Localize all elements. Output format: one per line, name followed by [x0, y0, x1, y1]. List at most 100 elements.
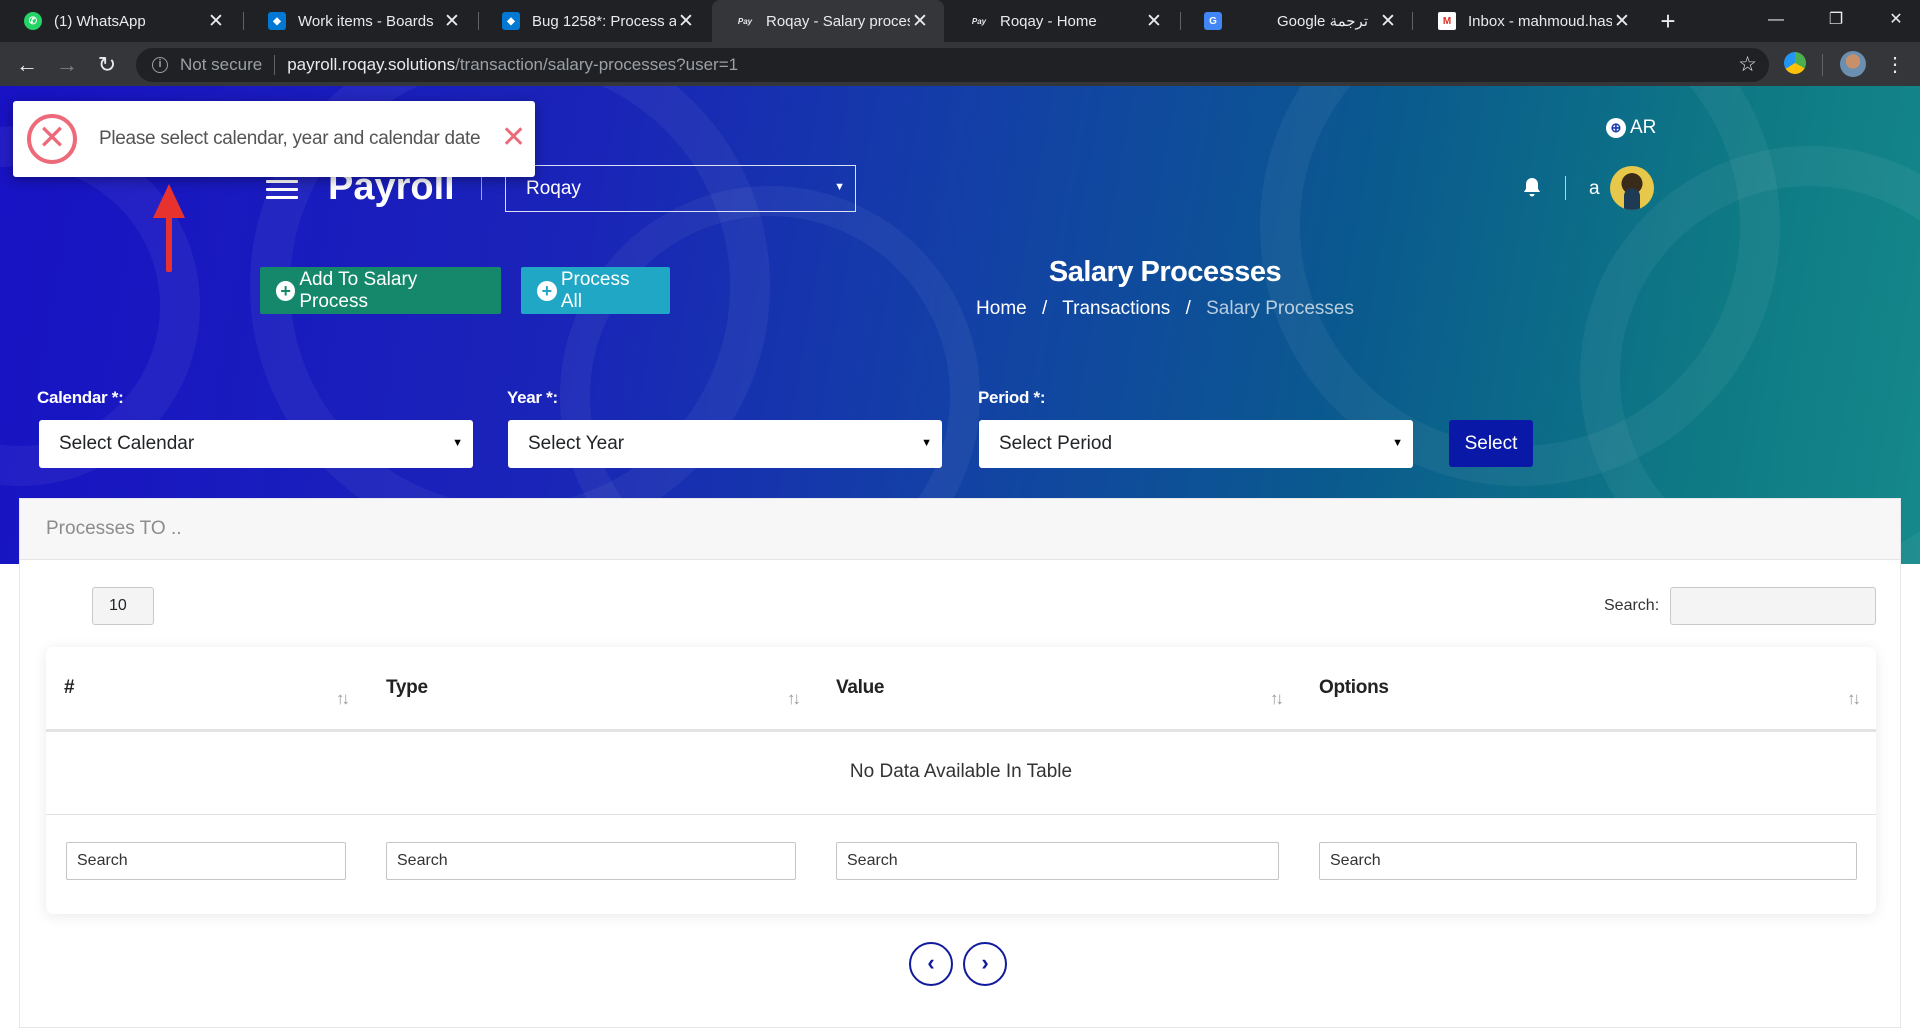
page-length-select[interactable]: 10 — [92, 587, 154, 625]
omnibox-separator — [274, 55, 276, 75]
caret-down-icon: ▼ — [834, 181, 845, 193]
tab-google-translate[interactable]: G Google ترجمة ✕ — [1180, 0, 1412, 42]
previous-page-button[interactable]: ‹ — [909, 942, 953, 986]
plus-circle-icon: + — [276, 280, 296, 301]
close-icon[interactable]: ✕ — [1612, 10, 1632, 33]
breadcrumb-separator: / — [1042, 298, 1048, 319]
url-path: /transaction/salary-processes?user=1 — [455, 55, 739, 74]
year-select[interactable]: Select Year ▼ — [508, 420, 942, 468]
calendar-select[interactable]: Select Calendar ▼ — [39, 420, 473, 468]
close-icon[interactable]: ✕ — [442, 10, 462, 33]
close-icon[interactable]: ✕ — [676, 10, 696, 33]
process-all-button[interactable]: + Process All — [521, 267, 670, 314]
error-toast: ✕ Please select calendar, year and calen… — [13, 101, 535, 177]
next-page-button[interactable]: › — [963, 942, 1007, 986]
browser-tabstrip: ✆ (1) WhatsApp ✕ ◆ Work items - Boards ✕… — [0, 0, 1920, 42]
calendar-label: Calendar *: — [37, 388, 124, 407]
empty-table-message: No Data Available In Table — [46, 732, 1876, 815]
caret-down-icon: ▼ — [1392, 437, 1403, 449]
bell-icon[interactable] — [1522, 177, 1542, 199]
tab-work-items[interactable]: ◆ Work items - Boards ✕ — [244, 0, 476, 42]
tab-separator — [1412, 12, 1413, 30]
type-column-search[interactable] — [386, 842, 796, 880]
sort-icon[interactable]: ↑↓ — [1847, 689, 1861, 709]
language-switch[interactable]: ⊕ AR — [1606, 117, 1656, 139]
annotation-arrow-icon — [153, 184, 185, 218]
header-separator — [1565, 176, 1566, 200]
payroll-favicon-icon: Pay — [971, 16, 987, 26]
annotation-arrow-shaft — [166, 215, 172, 272]
index-column-search[interactable] — [66, 842, 346, 880]
tab-title: Roqay - Home — [1000, 12, 1097, 30]
gmail-icon: M — [1438, 12, 1456, 30]
breadcrumb-separator: / — [1185, 298, 1191, 319]
tab-whatsapp[interactable]: ✆ (1) WhatsApp ✕ — [0, 0, 240, 42]
tab-inbox[interactable]: M Inbox - mahmoud.hass ✕ — [1414, 0, 1646, 42]
select-button[interactable]: Select — [1449, 420, 1533, 467]
breadcrumb-transactions[interactable]: Transactions — [1062, 298, 1170, 319]
user-name[interactable]: a — [1589, 178, 1600, 200]
extension-icon[interactable] — [1784, 52, 1806, 74]
breadcrumb-current: Salary Processes — [1206, 298, 1354, 319]
new-tab-button[interactable]: + — [1656, 6, 1680, 36]
profile-avatar[interactable] — [1840, 51, 1866, 77]
sort-icon[interactable]: ↑↓ — [336, 689, 350, 709]
sort-icon[interactable]: ↑↓ — [787, 689, 801, 709]
data-table: # ↑↓ Type ↑↓ Value ↑↓ Options ↑↓ No Data… — [46, 647, 1876, 914]
column-header-type[interactable]: Type — [386, 677, 428, 699]
tab-title: Roqay - Salary process — [766, 12, 910, 30]
column-header-index[interactable]: # — [64, 677, 75, 699]
whatsapp-icon: ✆ — [24, 12, 42, 30]
address-bar[interactable]: i Not secure payroll.roqay.solutions/tra… — [136, 48, 1769, 82]
url-host: payroll.roqay.solutions — [287, 55, 456, 74]
period-label: Period *: — [978, 388, 1046, 407]
options-column-search[interactable] — [1319, 842, 1857, 880]
brand-separator — [481, 174, 482, 200]
reload-icon[interactable]: ↻ — [92, 50, 122, 80]
tab-title: Work items - Boards — [298, 12, 434, 30]
toolbar-separator — [1822, 54, 1823, 76]
company-select[interactable]: Roqay ▼ — [505, 165, 856, 212]
caret-down-icon: ▼ — [452, 437, 463, 449]
hamburger-menu-icon[interactable] — [266, 180, 298, 200]
close-icon[interactable]: ✕ — [910, 10, 930, 33]
menu-kebab-icon[interactable]: ⋮ — [1880, 50, 1910, 80]
table-search-input[interactable] — [1670, 587, 1876, 625]
bookmark-star-icon[interactable]: ☆ — [1738, 52, 1757, 77]
close-icon[interactable]: ✕ — [206, 10, 226, 33]
tab-title: (1) WhatsApp — [54, 12, 146, 30]
column-header-value[interactable]: Value — [836, 677, 884, 699]
plus-circle-icon: + — [537, 280, 557, 301]
breadcrumb-home[interactable]: Home — [976, 298, 1027, 319]
info-icon[interactable]: i — [152, 57, 168, 73]
company-select-value: Roqay — [526, 178, 581, 199]
browser-toolbar: ← → ↻ i Not secure payroll.roqay.solutio… — [0, 42, 1920, 86]
column-header-options[interactable]: Options — [1319, 677, 1389, 699]
sort-icon[interactable]: ↑↓ — [1270, 689, 1284, 709]
security-label: Not secure — [180, 55, 263, 74]
card-title: Processes TO .. — [20, 499, 1900, 560]
tab-title: Inbox - mahmoud.hass — [1468, 12, 1612, 30]
language-label: AR — [1630, 117, 1657, 138]
window-close-icon[interactable]: ✕ — [1866, 0, 1920, 40]
close-icon[interactable]: ✕ — [1378, 10, 1398, 33]
caret-down-icon: ▼ — [921, 437, 932, 449]
toast-close-icon[interactable]: ✕ — [501, 123, 526, 153]
back-icon[interactable]: ← — [12, 50, 42, 80]
restore-icon[interactable]: ❐ — [1806, 0, 1866, 40]
period-select[interactable]: Select Period ▼ — [979, 420, 1413, 468]
period-select-value: Select Period — [999, 433, 1113, 454]
tab-bug[interactable]: ◆ Bug 1258*: Process all l ✕ — [478, 0, 710, 42]
value-column-search[interactable] — [836, 842, 1279, 880]
year-select-value: Select Year — [528, 433, 625, 454]
tab-salary-process[interactable]: Pay Roqay - Salary process ✕ — [712, 0, 944, 42]
year-label: Year *: — [507, 388, 558, 407]
close-icon[interactable]: ✕ — [1144, 10, 1164, 33]
add-to-salary-process-button[interactable]: + Add To Salary Process — [260, 267, 501, 314]
page-title: Salary Processes — [1048, 256, 1282, 288]
globe-icon: ⊕ — [1606, 118, 1626, 138]
tab-home[interactable]: Pay Roqay - Home ✕ — [946, 0, 1178, 42]
forward-icon[interactable]: → — [52, 50, 82, 80]
minimize-icon[interactable]: — — [1746, 0, 1806, 40]
user-avatar[interactable] — [1610, 166, 1654, 210]
